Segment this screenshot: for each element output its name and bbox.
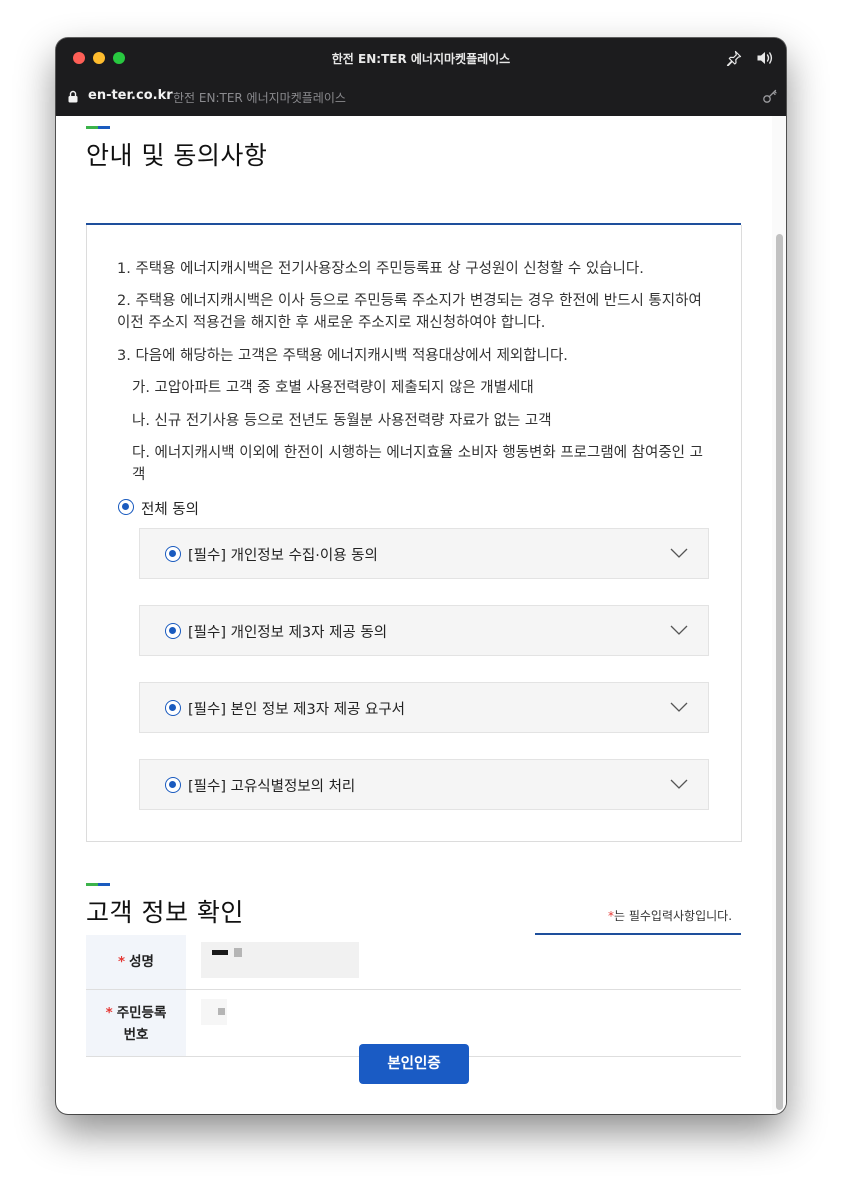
rrn-label: 주민등록 번호 [116,1005,167,1043]
notice-section-title: 안내 및 동의사항 [86,141,268,170]
page-content: 안내 및 동의사항 1. 주택용 에너지캐시백은 전기사용장소의 주민등록표 상… [56,116,786,1114]
masked-name [234,948,242,957]
agree-all-label[interactable]: 전체 동의 [141,498,199,519]
pin-icon[interactable] [726,50,742,66]
notice-sub-item-ga: 가. 고압아파트 고객 중 호별 사용전력량이 제출되지 않은 개별세대 [132,380,534,396]
agree-all-radio[interactable] [118,499,134,515]
notice-sub-item-na: 나. 신규 전기사용 등으로 전년도 동월분 사용전력량 자료가 없는 고객 [132,413,552,429]
required-note-text: 는 필수입력사항입니다. [614,909,733,923]
key-icon[interactable] [762,88,778,104]
notice-box: 1. 주택용 에너지캐시백은 전기사용장소의 주민등록표 상 구성원이 신청할 … [86,225,742,842]
notice-item-2: 2. 주택용 에너지캐시백은 이사 등으로 주민등록 주소지가 변경되는 경우 … [117,293,702,331]
scrollbar-track[interactable] [772,116,786,1114]
notice-item-3: 3. 다음에 해당하는 고객은 주택용 에너지캐시백 적용대상에서 제외합니다. [117,348,568,364]
name-label-cell: * 성명 [86,935,186,989]
chevron-down-icon[interactable] [670,701,688,713]
name-input[interactable] [201,942,359,978]
agreement-item-third-party[interactable]: [필수] 개인정보 제3자 제공 동의 [139,605,709,656]
agreement-item-privacy-collection[interactable]: [필수] 개인정보 수집·이용 동의 [139,528,709,579]
masked-name [212,950,228,955]
section-accent-bar [86,126,110,129]
section-accent-bar [86,883,110,886]
chevron-down-icon[interactable] [670,778,688,790]
customer-section-title: 고객 정보 확인 [86,898,244,927]
chevron-down-icon[interactable] [670,547,688,559]
agreement-label[interactable]: [필수] 개인정보 수집·이용 동의 [188,544,378,565]
name-label: 성명 [129,954,154,970]
masked-rrn [218,1008,225,1015]
lock-icon [68,90,78,103]
browser-window: 한전 EN:TER 에너지마켓플레이스 en-ter.co.kr 한전 EN:T… [56,38,786,1114]
notice-sub-item-da: 다. 에너지캐시백 이외에 한전이 시행하는 에너지효율 소비자 행동변화 프로… [132,445,703,483]
agreement-item-unique-id[interactable]: [필수] 고유식별정보의 처리 [139,759,709,810]
agreement-label[interactable]: [필수] 본인 정보 제3자 제공 요구서 [188,698,405,719]
url-domain: en-ter.co.kr [88,88,173,103]
agreement-radio[interactable] [165,623,181,639]
speaker-icon[interactable] [756,50,774,66]
identity-verify-button[interactable]: 본인인증 [359,1044,469,1084]
agreement-radio[interactable] [165,546,181,562]
url-page-title: 한전 EN:TER 에너지마켓플레이스 [173,91,346,105]
agreement-radio[interactable] [165,777,181,793]
chevron-down-icon[interactable] [670,624,688,636]
notice-item-1: 1. 주택용 에너지캐시백은 전기사용장소의 주민등록표 상 구성원이 신청할 … [117,261,644,277]
rrn-label-cell: * 주민등록 번호 [86,990,186,1056]
agreement-label[interactable]: [필수] 개인정보 제3자 제공 동의 [188,621,387,642]
table-top-rule [535,933,741,935]
title-bar: 한전 EN:TER 에너지마켓플레이스 [56,38,786,78]
window-title: 한전 EN:TER 에너지마켓플레이스 [331,52,511,66]
scrollbar-thumb[interactable] [776,234,783,1110]
agreement-radio[interactable] [165,700,181,716]
agreement-label[interactable]: [필수] 고유식별정보의 처리 [188,775,355,796]
agreement-item-self-info-request[interactable]: [필수] 본인 정보 제3자 제공 요구서 [139,682,709,733]
required-note: *는 필수입력사항입니다. [608,907,732,924]
address-bar[interactable]: en-ter.co.kr 한전 EN:TER 에너지마켓플레이스 [56,78,786,116]
